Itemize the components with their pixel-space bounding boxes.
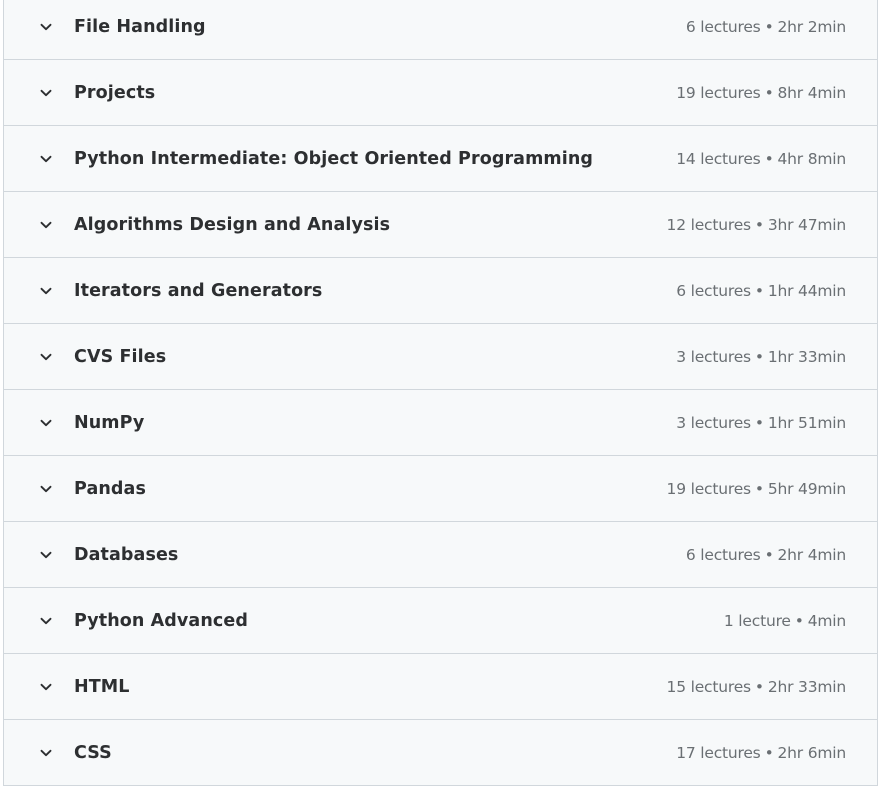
section-title: Databases — [74, 544, 179, 565]
section-duration: 4min — [807, 611, 846, 630]
meta-separator: • — [764, 743, 774, 762]
section-meta: 6 lectures • 2hr 4min — [686, 546, 846, 564]
section-lecture-count: 3 lectures — [676, 347, 751, 366]
meta-separator: • — [754, 347, 764, 366]
section-duration: 1hr 51min — [767, 413, 846, 432]
section-meta: 19 lectures • 5hr 49min — [666, 479, 847, 498]
curriculum-section-11[interactable]: HTML 15 lectures • 2hr 33min — [4, 654, 877, 720]
curriculum-section-10[interactable]: Python Advanced 1 lecture • 4min — [4, 588, 877, 654]
curriculum-section-list: File Handling 6 lectures • 2hr 2min Projec… — [3, 0, 878, 786]
section-title: Algorithms Design and Analysis — [74, 214, 391, 235]
section-duration: 2hr 4min — [777, 545, 847, 564]
section-meta: 12 lectures • 3hr 47min — [666, 215, 847, 234]
section-duration: 3hr 47min — [767, 215, 846, 234]
meta-separator: • — [764, 545, 774, 564]
section-lecture-count: 19 lectures — [676, 83, 761, 102]
curriculum-section-1[interactable]: File Handling 6 lectures • 2hr 2min — [4, 0, 877, 60]
section-duration: 2hr 6min — [777, 743, 847, 762]
section-meta: 3 lectures • 1hr 33min — [676, 348, 846, 366]
section-meta: 6 lectures • 2hr 2min — [686, 18, 846, 36]
chevron-down-icon[interactable] — [38, 85, 54, 101]
section-duration: 1hr 44min — [767, 281, 846, 300]
section-duration: 5hr 49min — [767, 479, 846, 498]
meta-separator: • — [754, 215, 764, 234]
chevron-down-icon[interactable] — [38, 19, 54, 35]
section-title: CSS — [74, 742, 112, 763]
chevron-down-icon[interactable] — [38, 679, 54, 695]
section-duration: 8hr 4min — [777, 83, 847, 102]
section-duration: 1hr 33min — [767, 347, 846, 366]
meta-separator: • — [754, 413, 764, 432]
curriculum-section-2[interactable]: Projects 19 lectures • 8hr 4min — [4, 60, 877, 126]
section-meta: 19 lectures • 8hr 4min — [676, 84, 846, 102]
chevron-down-icon[interactable] — [38, 745, 54, 761]
section-lecture-count: 6 lectures — [676, 281, 751, 300]
chevron-down-icon[interactable] — [38, 415, 54, 431]
curriculum-section-6[interactable]: CVS Files 3 lectures • 1hr 33min — [4, 324, 877, 390]
section-title: Projects — [74, 82, 156, 103]
chevron-down-icon[interactable] — [38, 349, 54, 365]
meta-separator: • — [764, 83, 774, 102]
chevron-down-icon[interactable] — [38, 481, 54, 497]
meta-separator: • — [794, 611, 804, 630]
section-title: Python Advanced — [74, 610, 248, 631]
chevron-down-icon[interactable] — [38, 613, 54, 629]
section-meta: 17 lectures • 2hr 6min — [676, 744, 846, 762]
meta-separator: • — [754, 281, 764, 300]
chevron-down-icon[interactable] — [38, 151, 54, 167]
section-title: File Handling — [74, 16, 206, 37]
section-title: CVS Files — [74, 346, 167, 367]
section-lecture-count: 3 lectures — [676, 413, 751, 432]
section-duration: 4hr 8min — [777, 149, 847, 168]
chevron-down-icon[interactable] — [38, 283, 54, 299]
meta-separator: • — [764, 17, 774, 36]
curriculum-section-12[interactable]: CSS 17 lectures • 2hr 6min — [4, 720, 877, 786]
meta-separator: • — [754, 677, 764, 696]
section-meta: 6 lectures • 1hr 44min — [676, 282, 846, 300]
section-title: Pandas — [74, 478, 146, 499]
curriculum-section-9[interactable]: Databases 6 lectures • 2hr 4min — [4, 522, 877, 588]
section-lecture-count: 19 lectures — [666, 479, 752, 498]
section-lecture-count: 6 lectures — [685, 17, 761, 36]
curriculum-section-5[interactable]: Iterators and Generators 6 lectures • 1hr … — [4, 258, 877, 324]
section-duration: 2hr 33min — [767, 677, 846, 696]
section-lecture-count: 15 lectures — [666, 677, 752, 696]
chevron-down-icon[interactable] — [38, 547, 54, 563]
meta-separator: • — [754, 479, 764, 498]
section-title: NumPy — [74, 412, 145, 433]
curriculum-section-7[interactable]: NumPy 3 lectures • 1hr 51min — [4, 390, 877, 456]
section-meta: 14 lectures • 4hr 8min — [676, 150, 846, 168]
section-duration: 2hr 2min — [777, 17, 847, 36]
section-title: HTML — [74, 676, 130, 697]
section-lecture-count: 14 lectures — [676, 149, 761, 168]
section-meta: 1 lecture • 4min — [724, 612, 846, 630]
section-lecture-count: 17 lectures — [676, 743, 761, 762]
meta-separator: • — [764, 149, 774, 168]
section-meta: 15 lectures • 2hr 33min — [666, 677, 847, 696]
curriculum-section-4[interactable]: Algorithms Design and Analysis 12 lectur… — [4, 192, 877, 258]
section-lecture-count: 1 lecture — [723, 611, 791, 630]
curriculum-section-8[interactable]: Pandas 19 lectures • 5hr 49min — [4, 456, 877, 522]
section-meta: 3 lectures • 1hr 51min — [676, 414, 846, 432]
curriculum-section-3[interactable]: Python Intermediate: Object Oriented Pro… — [4, 126, 877, 192]
section-title: Python Intermediate: Object Oriented Pro… — [74, 148, 594, 169]
chevron-down-icon[interactable] — [38, 217, 54, 233]
section-title: Iterators and Generators — [74, 280, 323, 301]
section-lecture-count: 6 lectures — [685, 545, 761, 564]
section-lecture-count: 12 lectures — [666, 215, 752, 234]
